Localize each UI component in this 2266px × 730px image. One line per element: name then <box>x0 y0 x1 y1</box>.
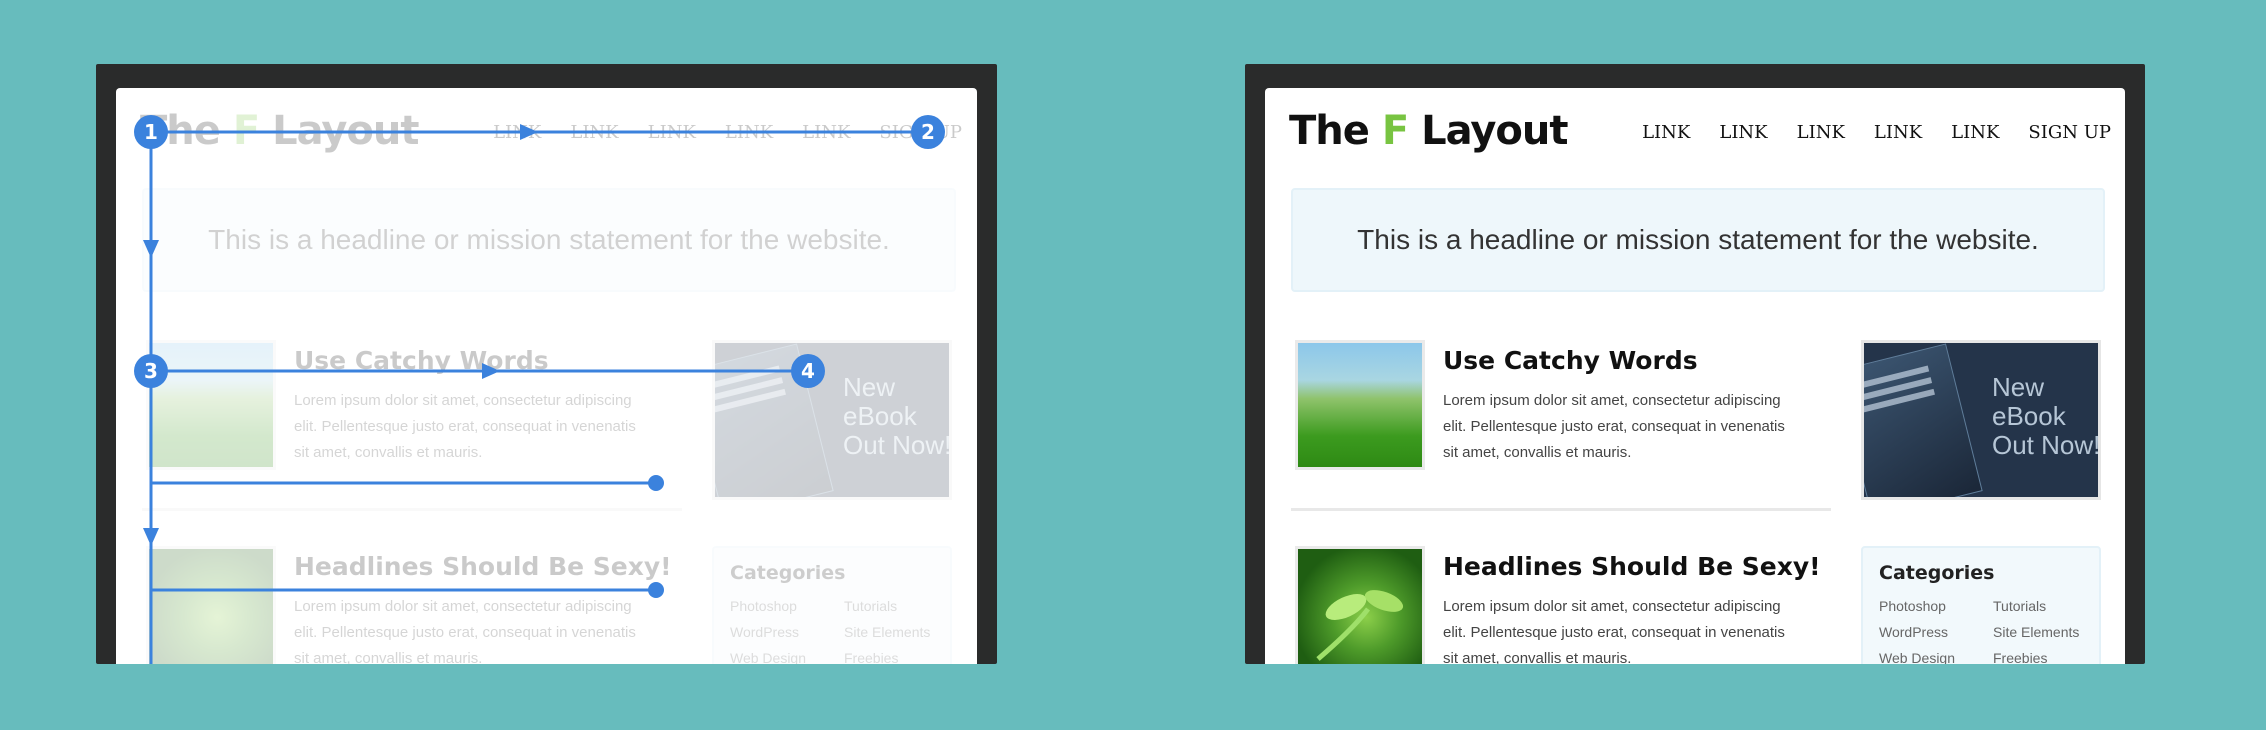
path-end-dot <box>648 582 664 598</box>
svg-text:3: 3 <box>144 359 158 383</box>
svg-text:4: 4 <box>801 359 815 383</box>
marker-3: 3 <box>134 354 168 388</box>
category-link[interactable]: WordPress <box>1879 624 1948 640</box>
arrow-right-icon <box>482 363 500 379</box>
book-cover-image <box>1864 343 1983 497</box>
categories-sidebar: Categories Photoshop Tutorials WordPress… <box>1861 546 2101 664</box>
marker-2: 2 <box>911 115 945 149</box>
sidebar-title: Categories <box>1879 562 1995 584</box>
category-link[interactable]: Freebies <box>1993 650 2047 664</box>
nav-signup[interactable]: SIGN UP <box>2028 122 2111 143</box>
category-link[interactable]: Site Elements <box>1993 624 2079 640</box>
arrow-down-icon <box>143 240 159 258</box>
article-excerpt: Lorem ipsum dolor sit amet, consectetur … <box>1443 598 1785 664</box>
sprout-image <box>1316 590 1404 661</box>
category-link[interactable]: Photoshop <box>1879 598 1946 614</box>
article-thumbnail[interactable] <box>1295 340 1425 470</box>
left-screen: The F Layout LINK LINK LINK LINK LINK SI… <box>116 88 977 664</box>
svg-text:1: 1 <box>144 120 158 144</box>
arrow-down-icon <box>143 528 159 546</box>
ebook-banner[interactable]: New eBook Out Now! <box>1861 340 2101 500</box>
f-pattern-scan-path: 1 2 3 4 <box>134 115 945 664</box>
category-link[interactable]: Web Design <box>1879 650 1955 664</box>
marker-4: 4 <box>791 354 825 388</box>
left-monitor-frame: The F Layout LINK LINK LINK LINK LINK SI… <box>96 64 997 664</box>
website: The F Layout LINK LINK LINK LINK LINK SI… <box>1265 88 2125 664</box>
path-end-dot <box>648 475 664 491</box>
site-logo[interactable]: The F Layout <box>1289 108 1568 154</box>
nav-link[interactable]: LINK <box>1951 122 1999 143</box>
right-monitor-frame: The F Layout LINK LINK LINK LINK LINK SI… <box>1245 64 2145 664</box>
article-excerpt: Lorem ipsum dolor sit amet, consectetur … <box>1443 392 1785 461</box>
ebook-text: New eBook Out Now! <box>1992 372 2101 460</box>
category-link[interactable]: Tutorials <box>1993 598 2046 614</box>
article-title[interactable]: Use Catchy Words <box>1443 346 1698 375</box>
hero-banner: This is a headline or mission statement … <box>1291 188 2105 292</box>
nav-link[interactable]: LINK <box>1642 122 1690 143</box>
hero-headline: This is a headline or mission statement … <box>1357 224 2039 255</box>
nav-link[interactable]: LINK <box>1874 122 1922 143</box>
nav-link[interactable]: LINK <box>1797 122 1845 143</box>
article-thumbnail[interactable] <box>1295 546 1425 664</box>
article-title[interactable]: Headlines Should Be Sexy! <box>1443 552 1821 581</box>
article-divider <box>1291 508 1831 511</box>
nav-link[interactable]: LINK <box>1719 122 1767 143</box>
marker-1: 1 <box>134 115 168 149</box>
right-screen: The F Layout LINK LINK LINK LINK LINK SI… <box>1265 88 2125 664</box>
svg-text:2: 2 <box>921 120 935 144</box>
arrow-right-icon <box>520 124 538 140</box>
site-nav: LINK LINK LINK LINK LINK SIGN UP <box>1642 122 2111 143</box>
